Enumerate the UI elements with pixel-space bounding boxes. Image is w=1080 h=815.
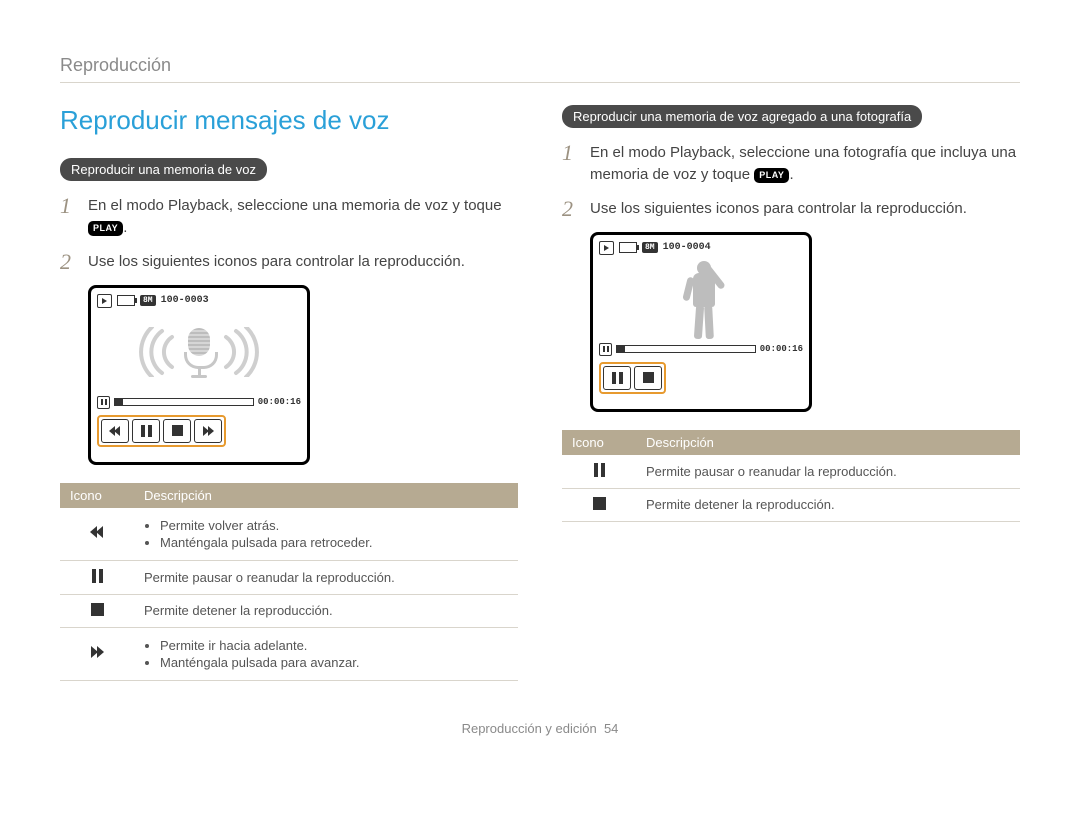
stop-button[interactable] xyxy=(163,419,191,443)
progress-bar: 00:00:16 xyxy=(97,396,301,409)
breadcrumb: Reproducción xyxy=(60,55,1020,83)
desc-line: Manténgala pulsada para retroceder. xyxy=(160,535,508,550)
resolution-badge: 8M xyxy=(140,295,156,306)
desc-cell: Permite pausar o reanudar la reproducció… xyxy=(636,455,1020,489)
step-text: En el modo Playback, seleccione una memo… xyxy=(88,195,518,239)
table-header-row: Icono Descripción xyxy=(60,483,518,508)
step-1-text-a: En el modo Playback, seleccione una memo… xyxy=(88,197,502,214)
play-icon: PLAY xyxy=(754,168,789,183)
rewind-icon xyxy=(91,526,103,538)
table-row: Permite detener la reproducción. xyxy=(60,594,518,627)
stop-icon xyxy=(91,603,104,616)
person-silhouette-icon xyxy=(671,259,731,343)
play-icon: PLAY xyxy=(88,221,123,236)
step-text: Use los siguientes iconos para controlar… xyxy=(88,251,465,273)
forward-button[interactable] xyxy=(194,419,222,443)
step-1-text-b: . xyxy=(123,219,127,236)
desc-cell: Permite volver atrás. Manténgala pulsada… xyxy=(134,508,518,561)
desc-line: Permite ir hacia adelante. xyxy=(160,638,508,653)
device-topbar: 8M 100-0003 xyxy=(97,294,301,308)
microphone-icon xyxy=(184,328,214,376)
table-header-row: Icono Descripción xyxy=(562,430,1020,455)
progress-state-icon xyxy=(97,396,110,409)
desc-cell: Permite detener la reproducción. xyxy=(636,488,1020,521)
progress-bar: 00:00:16 xyxy=(599,343,803,356)
step-2-right: 2 Use los siguientes iconos para control… xyxy=(562,198,1020,220)
resolution-badge: 8M xyxy=(642,242,658,253)
desc-cell: Permite ir hacia adelante. Manténgala pu… xyxy=(134,627,518,680)
subsection-pill-right: Reproducir una memoria de voz agregado a… xyxy=(562,105,922,128)
col-desc: Descripción xyxy=(636,430,1020,455)
desc-cell: Permite detener la reproducción. xyxy=(134,594,518,627)
progress-state-icon xyxy=(599,343,612,356)
file-number: 100-0003 xyxy=(161,295,209,306)
table-row: Permite ir hacia adelante. Manténgala pu… xyxy=(60,627,518,680)
device-photo-memo: 8M 100-0004 00:00:16 xyxy=(590,232,812,412)
step-1-right: 1 En el modo Playback, seleccione una fo… xyxy=(562,142,1020,186)
sound-wave-right-icon xyxy=(220,327,260,377)
page-title: Reproducir mensajes de voz xyxy=(60,105,518,136)
subsection-pill-left: Reproducir una memoria de voz xyxy=(60,158,267,181)
battery-icon xyxy=(117,295,135,306)
stop-button[interactable] xyxy=(634,366,662,390)
table-row: Permite pausar o reanudar la reproducció… xyxy=(60,560,518,594)
footer-page: 54 xyxy=(604,721,618,736)
desc-line: Permite volver atrás. xyxy=(160,518,508,533)
col-icon: Icono xyxy=(60,483,134,508)
step-number: 1 xyxy=(562,142,580,186)
elapsed-time: 00:00:16 xyxy=(258,397,301,407)
table-row: Permite volver atrás. Manténgala pulsada… xyxy=(60,508,518,561)
playback-controls xyxy=(599,362,666,394)
step-number: 2 xyxy=(60,251,78,273)
desc-cell: Permite pausar o reanudar la reproducció… xyxy=(134,560,518,594)
table-row: Permite detener la reproducción. xyxy=(562,488,1020,521)
photo-graphic xyxy=(599,255,803,343)
col-icon: Icono xyxy=(562,430,636,455)
page: Reproducción Reproducir mensajes de voz … xyxy=(0,0,1080,756)
step-1-text-b: . xyxy=(789,166,793,183)
pause-button[interactable] xyxy=(603,366,631,390)
playback-mode-icon xyxy=(97,294,112,308)
voice-memo-graphic xyxy=(97,308,301,396)
columns: Reproducir mensajes de voz Reproducir un… xyxy=(60,105,1020,681)
playback-mode-icon xyxy=(599,241,614,255)
table-row: Permite pausar o reanudar la reproducció… xyxy=(562,455,1020,489)
playback-controls xyxy=(97,415,226,447)
step-text: Use los siguientes iconos para controlar… xyxy=(590,198,967,220)
step-1-left: 1 En el modo Playback, seleccione una me… xyxy=(60,195,518,239)
device-voice-memo: 8M 100-0003 00:00 xyxy=(88,285,310,465)
device-topbar: 8M 100-0004 xyxy=(599,241,803,255)
icon-table-left: Icono Descripción Permite volver atrás. … xyxy=(60,483,518,681)
footer-section: Reproducción y edición xyxy=(462,721,597,736)
stop-icon xyxy=(593,497,606,510)
page-footer: Reproducción y edición 54 xyxy=(60,721,1020,736)
pause-icon xyxy=(92,569,103,583)
elapsed-time: 00:00:16 xyxy=(760,344,803,354)
forward-icon xyxy=(91,646,103,658)
pause-icon xyxy=(594,463,605,477)
file-number: 100-0004 xyxy=(663,242,711,253)
step-2-left: 2 Use los siguientes iconos para control… xyxy=(60,251,518,273)
progress-track xyxy=(616,345,756,353)
step-number: 1 xyxy=(60,195,78,239)
step-1-text-a: En el modo Playback, seleccione una foto… xyxy=(590,144,1016,183)
col-desc: Descripción xyxy=(134,483,518,508)
battery-icon xyxy=(619,242,637,253)
right-column: Reproducir una memoria de voz agregado a… xyxy=(562,105,1020,681)
pause-button[interactable] xyxy=(132,419,160,443)
icon-table-right: Icono Descripción Permite pausar o reanu… xyxy=(562,430,1020,522)
desc-line: Manténgala pulsada para avanzar. xyxy=(160,655,508,670)
step-number: 2 xyxy=(562,198,580,220)
left-column: Reproducir mensajes de voz Reproducir un… xyxy=(60,105,518,681)
progress-track xyxy=(114,398,254,406)
step-text: En el modo Playback, seleccione una foto… xyxy=(590,142,1020,186)
sound-wave-left-icon xyxy=(138,327,178,377)
rewind-button[interactable] xyxy=(101,419,129,443)
